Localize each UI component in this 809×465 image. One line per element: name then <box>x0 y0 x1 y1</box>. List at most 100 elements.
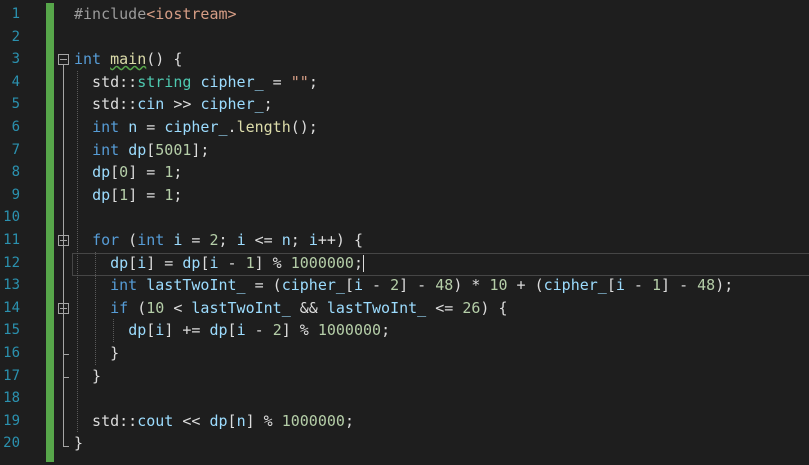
code-token: :: <box>119 411 138 430</box>
code-text: std::cout << dp[n] % 1000000; <box>74 410 354 433</box>
code-editor[interactable]: 1 #include<iostream> 2 3 int main() {4 std::… <box>0 0 809 465</box>
code-token: 1000000 <box>317 321 382 340</box>
code-line[interactable]: 12 dp[i] = dp[i - 1] % 1000000; <box>0 252 809 276</box>
line-number: 10 <box>3 209 20 226</box>
code-token: main <box>110 50 147 69</box>
code-token: [ <box>227 411 237 430</box>
code-token: [ <box>146 140 156 159</box>
line-number: 4 <box>11 73 20 90</box>
code-token: 1 <box>119 185 129 204</box>
code-token: cout <box>137 411 174 430</box>
code-token: i <box>137 253 147 272</box>
code-line[interactable]: 4 std::string cipher_ = ""; <box>0 71 809 94</box>
code-line[interactable]: 14 if (10 < lastTwoInt_ && lastTwoInt_ <… <box>0 297 809 320</box>
code-token: ) { <box>480 298 508 317</box>
code-line[interactable]: 6 int n = cipher_.length(); <box>0 116 809 139</box>
code-text: dp[0] = 1; <box>74 161 182 184</box>
code-token: std <box>74 411 120 430</box>
code-token: string <box>137 72 192 91</box>
code-token: ]; <box>191 140 210 159</box>
code-token: ; <box>344 411 354 430</box>
code-token: 2 <box>209 231 219 249</box>
code-token: 2 <box>272 321 282 340</box>
code-token: = ( <box>245 276 282 295</box>
code-token: dp <box>128 321 147 340</box>
code-line[interactable]: 5 std::cin >> cipher_; <box>0 93 809 116</box>
indent-guide <box>113 319 114 342</box>
code-text: dp[i] += dp[i - 2] % 1000000; <box>74 319 390 342</box>
code-token: 0 <box>119 163 129 182</box>
code-token: int <box>110 276 138 295</box>
code-token: i <box>308 231 318 249</box>
code-token: [ <box>110 163 120 182</box>
code-token: ; <box>173 185 183 204</box>
code-line[interactable]: 11 for (int i = 2; i <= n; i++) { <box>0 229 809 252</box>
line-number: 8 <box>11 164 20 181</box>
code-token: lastTwoInt_ <box>326 298 427 317</box>
code-token: 48 <box>697 276 716 295</box>
code-line[interactable]: 20} <box>0 432 809 455</box>
code-token: () { <box>146 50 183 69</box>
code-token: "" <box>290 72 309 91</box>
code-token: - <box>245 321 273 340</box>
code-line[interactable]: 9 dp[1] = 1; <box>0 184 809 207</box>
code-token: lastTwoInt_ <box>146 276 246 295</box>
code-token: ++) { <box>317 231 363 249</box>
code-token: 1 <box>164 185 174 204</box>
code-token: [ <box>128 253 138 272</box>
code-token: ; <box>308 72 318 91</box>
code-token: ] % <box>281 321 318 340</box>
indent-guide <box>77 70 78 433</box>
line-number: 16 <box>3 345 20 361</box>
code-token: for <box>92 231 120 249</box>
code-line[interactable]: 18 <box>0 387 809 410</box>
code-token: ; <box>290 231 309 249</box>
code-line[interactable]: 7 int dp[5001]; <box>0 139 809 162</box>
code-text: } <box>74 342 119 365</box>
code-line[interactable]: 19 std::cout << dp[n] % 1000000; <box>0 410 809 433</box>
code-token: 48 <box>435 276 454 295</box>
code-line[interactable]: 1 #include<iostream> <box>0 3 809 26</box>
code-token: <= <box>426 298 463 317</box>
code-token: <iostream> <box>146 5 237 23</box>
code-token: - <box>363 276 391 295</box>
text-cursor <box>363 254 364 272</box>
collapse-icon[interactable] <box>58 54 69 66</box>
code-line[interactable]: 16 } <box>0 342 809 365</box>
code-line[interactable]: 15 dp[i] += dp[i - 2] % 1000000; <box>0 319 809 342</box>
code-text: int lastTwoInt_ = (cipher_[i - 2] - 48) … <box>74 274 733 297</box>
code-token: ; <box>381 321 391 340</box>
code-token: ) * <box>453 276 490 295</box>
code-token: int <box>92 140 120 159</box>
code-token: - <box>218 253 246 272</box>
code-token: ] = <box>128 163 165 182</box>
code-token: if <box>110 298 129 317</box>
code-line[interactable]: 8 dp[0] = 1; <box>0 161 809 184</box>
code-token: ; <box>173 163 183 182</box>
code-token: } <box>74 366 102 385</box>
code-line[interactable]: 2 <box>0 26 809 49</box>
code-line[interactable]: 13 int lastTwoInt_ = (cipher_[i - 2] - 4… <box>0 274 809 297</box>
code-token: ; <box>353 253 363 272</box>
code-token: cipher_ <box>200 95 264 114</box>
code-token: = <box>137 118 165 136</box>
code-text: if (10 < lastTwoInt_ && lastTwoInt_ <= 2… <box>74 297 508 320</box>
outline-bracket <box>63 313 64 354</box>
code-token: + ( <box>507 276 544 295</box>
code-token: dp <box>182 253 201 272</box>
line-number: 2 <box>11 28 20 45</box>
code-line[interactable]: 3 int main() { <box>0 48 809 71</box>
code-text: std::string cipher_ = ""; <box>74 71 318 94</box>
code-line[interactable]: 17 } <box>0 365 809 388</box>
outline-bracket-end <box>63 354 69 355</box>
code-text: std::cin >> cipher_; <box>74 93 273 116</box>
code-token: [ <box>344 276 354 295</box>
code-line[interactable]: 10 <box>0 206 809 229</box>
code-token: dp <box>209 411 228 430</box>
line-number: 13 <box>3 277 20 294</box>
code-token: #include <box>74 5 147 23</box>
code-text: int main() { <box>74 48 182 71</box>
